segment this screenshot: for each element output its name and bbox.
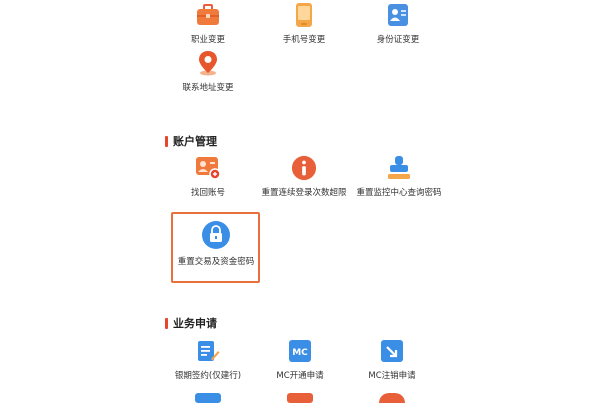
mc-cancel-icon	[379, 338, 405, 364]
section-title-account: 账户管理	[165, 133, 217, 149]
grid-item-address-change[interactable]: 联系地址变更	[158, 50, 258, 94]
grid-item-label: 重置连续登录次数超限	[261, 188, 347, 198]
grid-item-label: MC开通申请	[276, 371, 324, 381]
grid-item-label: 联系地址变更	[182, 83, 234, 93]
section-marker	[165, 317, 168, 329]
document-edit-icon	[195, 338, 221, 364]
lock-icon	[201, 220, 231, 250]
grid-item-label: 银期签约(仅建行)	[174, 371, 242, 381]
grid-item-label: 职业变更	[190, 35, 225, 45]
info-icon	[291, 155, 317, 181]
grid-item-bank-futures-signing[interactable]: 银期签约(仅建行)	[158, 338, 258, 382]
grid-item-reset-trade-password[interactable]: 重置交易及资金密码	[166, 220, 266, 268]
grid-item-id-card-change[interactable]: 身份证变更	[348, 2, 448, 46]
id-card-icon	[385, 2, 411, 28]
mc-chip-icon: MC	[287, 338, 313, 364]
grid-item-mc-open[interactable]: MC MC开通申请	[250, 338, 350, 382]
grid-item-label: MC注销申请	[368, 371, 416, 381]
grid-item-reset-monitor-password[interactable]: 重置监控中心查询密码	[345, 155, 453, 199]
grid-item-phone-change[interactable]: 手机号变更	[254, 2, 354, 46]
section-title-business: 业务申请	[165, 315, 217, 331]
grid-item-label: 身份证变更	[376, 35, 420, 45]
mc-badge-text: MC	[292, 348, 308, 358]
account-card-icon	[195, 155, 221, 181]
grid-item-label: 重置交易及资金密码	[177, 257, 255, 267]
briefcase-icon	[195, 2, 221, 28]
next-row-icon-partial	[287, 393, 313, 403]
grid-item-reset-login-limit[interactable]: 重置连续登录次数超限	[250, 155, 358, 199]
phone-icon	[291, 2, 317, 28]
grid-item-label: 手机号变更	[282, 35, 326, 45]
stamp-icon	[386, 155, 412, 181]
section-title-text: 业务申请	[173, 317, 217, 330]
next-row-icon-partial	[379, 393, 405, 403]
grid-item-label: 重置监控中心查询密码	[356, 188, 442, 198]
next-row-icon-partial	[195, 393, 221, 403]
section-marker	[165, 135, 168, 147]
grid-item-job-change[interactable]: 职业变更	[158, 2, 258, 46]
grid-item-recover-account[interactable]: 找回账号	[158, 155, 258, 199]
grid-item-label: 找回账号	[190, 188, 225, 198]
grid-item-mc-cancel[interactable]: MC注销申请	[342, 338, 442, 382]
location-pin-icon	[195, 50, 221, 76]
section-title-text: 账户管理	[173, 135, 217, 148]
